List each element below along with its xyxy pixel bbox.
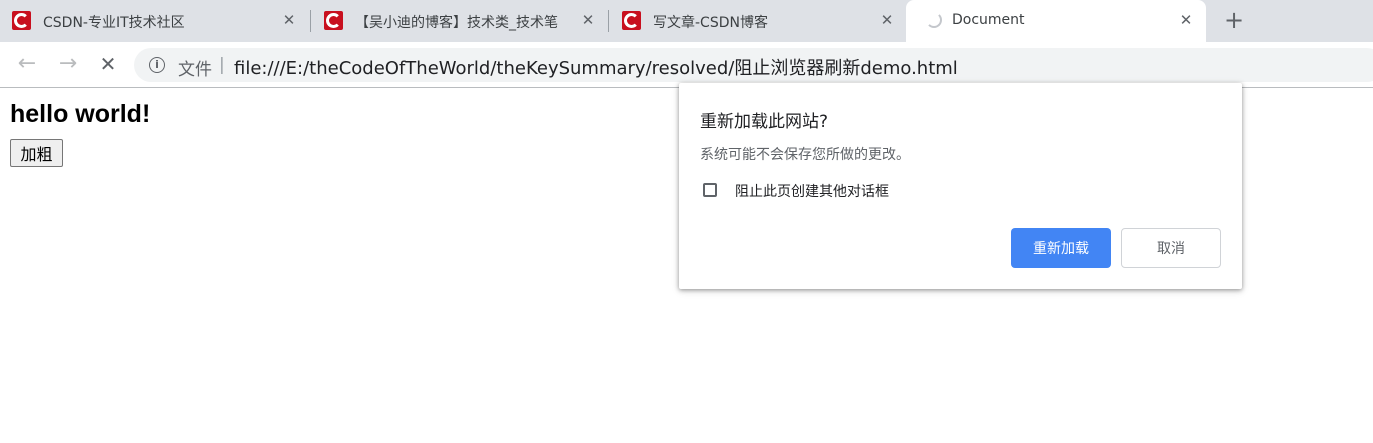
new-tab-icon[interactable]: + <box>1222 8 1246 33</box>
tab-separator <box>310 10 311 32</box>
tab-title: 【吴小迪的博客】技术类_技术笔 <box>355 15 558 31</box>
scheme-separator: | <box>219 55 225 75</box>
loading-spinner-icon <box>926 12 942 28</box>
forward-arrow-icon[interactable]: → <box>55 51 81 77</box>
reload-dialog: 重新加载此网站? 系统可能不会保存您所做的更改。 阻止此页创建其他对话框 重新加… <box>679 83 1242 289</box>
cancel-button[interactable]: 取消 <box>1121 228 1221 268</box>
tab-close-icon[interactable]: ✕ <box>579 11 597 29</box>
tab-close-icon[interactable]: ✕ <box>878 11 896 29</box>
tab-close-icon[interactable]: ✕ <box>280 11 298 29</box>
tab-title: CSDN-专业IT技术社区 <box>43 15 185 31</box>
tab-title: Document <box>952 12 1025 28</box>
tab-separator <box>608 10 609 32</box>
scheme-label: 文件 <box>178 60 212 80</box>
back-arrow-icon[interactable]: ← <box>14 51 40 77</box>
reload-button[interactable]: 重新加载 <box>1011 228 1111 268</box>
suppress-dialogs-label[interactable]: 阻止此页创建其他对话框 <box>735 181 889 201</box>
csdn-favicon-icon <box>12 11 31 30</box>
address-bar[interactable]: i 文件 | file:///E:/theCodeOfTheWorld/theK… <box>134 48 1373 82</box>
suppress-dialogs-checkbox[interactable] <box>703 183 717 197</box>
stop-loading-icon[interactable]: ✕ <box>95 51 121 77</box>
dialog-message: 系统可能不会保存您所做的更改。 <box>700 147 910 163</box>
tab-csdn-home[interactable]: CSDN-专业IT技术社区 ✕ <box>0 0 307 42</box>
tab-wu-blog[interactable]: 【吴小迪的博客】技术类_技术笔 ✕ <box>312 0 608 42</box>
csdn-favicon-icon <box>324 11 343 30</box>
tab-close-icon[interactable]: ✕ <box>1177 11 1195 29</box>
dialog-title: 重新加载此网站? <box>700 112 829 132</box>
page-heading: hello world! <box>10 100 151 128</box>
info-icon[interactable]: i <box>149 57 165 73</box>
tab-title: 写文章-CSDN博客 <box>653 15 768 31</box>
url-text[interactable]: file:///E:/theCodeOfTheWorld/theKeySumma… <box>234 54 958 80</box>
tab-write-article[interactable]: 写文章-CSDN博客 ✕ <box>610 0 906 42</box>
bold-button[interactable]: 加粗 <box>10 139 63 167</box>
tab-document[interactable]: Document ✕ <box>906 0 1206 42</box>
browser-toolbar: ← → ✕ i 文件 | file:///E:/theCodeOfTheWorl… <box>0 42 1373 88</box>
csdn-favicon-icon <box>622 11 641 30</box>
tab-strip: CSDN-专业IT技术社区 ✕ 【吴小迪的博客】技术类_技术笔 ✕ 写文章-CS… <box>0 0 1373 42</box>
